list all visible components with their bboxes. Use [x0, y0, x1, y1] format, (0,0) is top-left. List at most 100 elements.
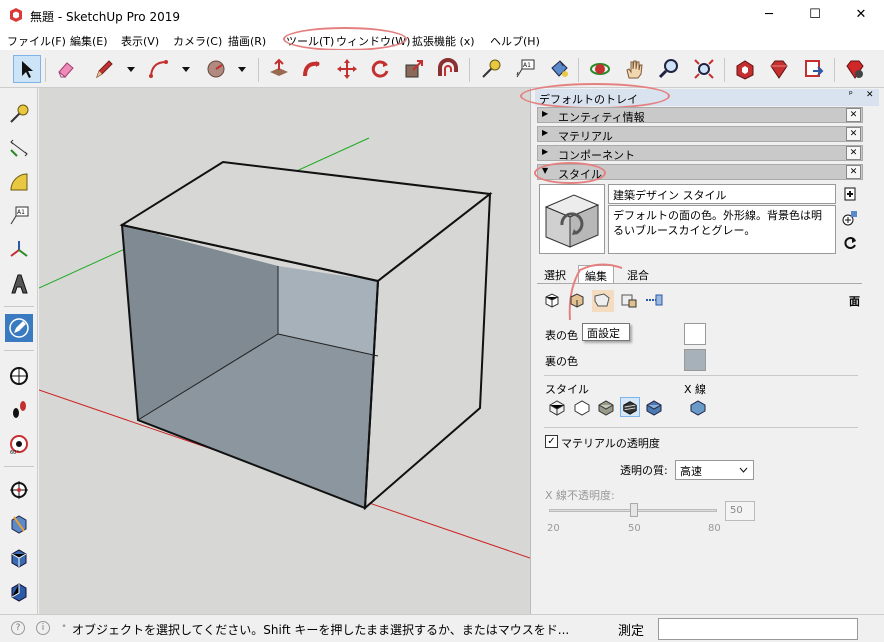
front-color-swatch[interactable]	[684, 323, 706, 345]
edge-settings-button[interactable]	[542, 290, 564, 312]
menu-extensions[interactable]: 拡張機能 (x)	[412, 33, 475, 49]
section-close-icon[interactable]: ✕	[846, 146, 861, 160]
position-camera-tool-button[interactable]	[5, 362, 33, 390]
section-components[interactable]: ▶ コンポーネント	[537, 145, 863, 162]
info-icon[interactable]: i	[36, 621, 50, 635]
modeling-settings-button[interactable]	[644, 290, 666, 312]
measurements-input[interactable]	[658, 618, 858, 640]
section-fill-icon	[11, 583, 27, 602]
3d-text-tool-button[interactable]	[5, 270, 33, 298]
eraser-tool-button[interactable]	[52, 55, 80, 83]
extension-warehouse-button[interactable]	[765, 55, 793, 83]
shaded-style-icon[interactable]	[596, 397, 616, 417]
section-plane-tool-button[interactable]	[5, 476, 33, 504]
pin-icon[interactable]: ᵖ	[849, 90, 853, 100]
zoom-extents-tool-button[interactable]	[690, 55, 718, 83]
text-tool-label: A1	[17, 209, 25, 216]
dimension-tool-button[interactable]	[5, 134, 33, 162]
tape-measure-tool-button[interactable]	[477, 55, 505, 83]
section-close-icon[interactable]: ✕	[846, 108, 861, 122]
walk-tool-button[interactable]	[5, 396, 33, 424]
follow-me-tool-button[interactable]	[298, 55, 326, 83]
section-materials[interactable]: ▶ マテリアル	[537, 126, 863, 143]
update-style-icon[interactable]	[842, 186, 858, 202]
transparency-quality-select[interactable]: 高速	[675, 460, 754, 480]
geolocation-icon[interactable]: ?	[11, 621, 25, 635]
section-close-icon[interactable]: ✕	[846, 127, 861, 141]
monochrome-style-icon[interactable]	[644, 397, 664, 417]
pan-tool-button[interactable]	[620, 55, 648, 83]
section-close-icon[interactable]: ✕	[846, 165, 861, 179]
tray-close-icon[interactable]: ✕	[866, 90, 874, 100]
chevron-down-icon[interactable]	[181, 63, 191, 75]
chevron-down-icon[interactable]	[126, 63, 136, 75]
chevron-down-icon[interactable]	[237, 63, 247, 75]
xray-opacity-value-input[interactable]: 50	[725, 501, 755, 521]
axes-tool-button[interactable]	[5, 236, 33, 264]
style-name-input[interactable]: 建築デザイン スタイル	[608, 184, 836, 204]
watermark-settings-button[interactable]	[619, 290, 641, 312]
svg-text:60°: 60°	[10, 450, 19, 455]
face-settings-icon	[570, 293, 584, 308]
paint-bucket-tool-button[interactable]	[545, 55, 573, 83]
drawing-viewport[interactable]	[39, 88, 530, 614]
close-button[interactable]: ✕	[838, 0, 884, 30]
menu-file[interactable]: ファイル(F)	[7, 33, 66, 49]
3d-warehouse-button[interactable]	[731, 55, 759, 83]
orbit-tool-button[interactable]	[586, 55, 614, 83]
menu-camera[interactable]: カメラ(C)	[173, 33, 222, 49]
background-settings-button[interactable]	[592, 290, 614, 312]
back-color-swatch[interactable]	[684, 349, 706, 371]
hidden-line-style-icon[interactable]	[572, 397, 592, 417]
xray-style-icon[interactable]	[688, 397, 708, 417]
section-entity-info[interactable]: ▶ エンティティ情報	[537, 107, 863, 124]
display-section-cuts-button[interactable]	[5, 544, 33, 572]
style-description-input[interactable]: デフォルトの面の色。外形線。背景色は明るいブルースカイとグレー。	[608, 205, 836, 254]
material-transparency-checkbox[interactable]: ✓	[545, 435, 558, 448]
user-icon[interactable]: •	[57, 621, 71, 635]
rotate-tool-button[interactable]	[366, 55, 394, 83]
look-around-tool-button[interactable]: 60°	[5, 430, 33, 458]
xray-opacity-slider-thumb[interactable]	[630, 503, 638, 517]
refresh-icon[interactable]	[842, 235, 858, 251]
send-to-layout-button[interactable]	[800, 55, 828, 83]
menu-draw[interactable]: 描画(R)	[228, 33, 266, 49]
text-tool-button[interactable]: A1	[5, 202, 33, 230]
push-pull-tool-button[interactable]	[265, 55, 293, 83]
shaded-textures-style-icon[interactable]	[620, 397, 640, 417]
status-message: オブジェクトを選択してください。Shift キーを押したまま選択するか、またはマ…	[72, 623, 570, 637]
shape-tool-button[interactable]	[202, 55, 230, 83]
divider	[544, 427, 858, 428]
tape-measure-tool-button[interactable]	[5, 100, 33, 128]
protractor-icon	[10, 173, 28, 191]
offset-tool-button[interactable]	[434, 55, 462, 83]
extension-manager-button[interactable]	[841, 55, 869, 83]
menu-help[interactable]: ヘルプ(H)	[490, 33, 540, 49]
move-tool-button[interactable]	[333, 55, 361, 83]
zoom-tool-button[interactable]	[655, 55, 683, 83]
title-bar: 無題 - SketchUp Pro 2019 ─ ☐ ✕	[0, 0, 884, 30]
scale-tool-button[interactable]	[400, 55, 428, 83]
pencil-icon	[96, 60, 113, 79]
sandbox-tool-button[interactable]	[5, 314, 33, 342]
back-color-label: 裏の色	[545, 355, 578, 368]
menu-edit[interactable]: 編集(E)	[70, 33, 108, 49]
toolbar-separator	[724, 58, 725, 82]
orbit-icon	[590, 63, 610, 75]
text-tool-button[interactable]: A1	[511, 55, 539, 83]
maximize-button[interactable]: ☐	[792, 0, 838, 30]
arc-tool-button[interactable]	[145, 55, 173, 83]
protractor-tool-button[interactable]	[5, 168, 33, 196]
display-section-planes-button[interactable]	[5, 510, 33, 538]
line-tool-button[interactable]	[90, 55, 118, 83]
select-tool-button[interactable]	[13, 55, 41, 83]
move-arrows-icon	[337, 59, 357, 79]
create-style-icon[interactable]	[842, 210, 858, 226]
display-section-fill-button[interactable]	[5, 578, 33, 606]
minimize-button[interactable]: ─	[746, 0, 792, 30]
menu-view[interactable]: 表示(V)	[121, 33, 159, 49]
text-label-icon: A1	[10, 206, 29, 225]
face-settings-button[interactable]	[567, 290, 589, 312]
wireframe-style-icon[interactable]	[547, 397, 567, 417]
scene-canvas[interactable]	[39, 88, 530, 614]
